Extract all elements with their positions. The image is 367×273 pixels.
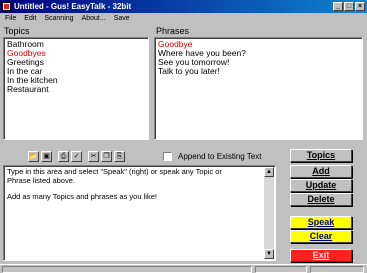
phrases-label: Phrases <box>156 26 190 36</box>
app-icon[interactable] <box>2 2 11 11</box>
status-bar <box>0 264 367 273</box>
menu-save[interactable]: Save <box>114 13 130 25</box>
menu-scanning[interactable]: Scanning <box>44 13 73 25</box>
copy-icon[interactable]: ❐ <box>101 151 112 162</box>
maximize-button[interactable]: □ <box>344 2 354 11</box>
append-checkbox[interactable] <box>163 152 172 161</box>
scroll-up-icon[interactable]: ▲ <box>264 167 274 177</box>
save-disk-icon[interactable]: ▣ <box>41 151 52 162</box>
speech-text-area[interactable]: Type in this area and select "Speak" (ri… <box>3 165 276 261</box>
paste-icon[interactable]: ⎘ <box>114 151 125 162</box>
status-segment <box>310 266 364 273</box>
close-button[interactable]: × <box>355 2 365 11</box>
phrases-list[interactable]: Goodbye Where have you been? See you tom… <box>154 37 363 140</box>
append-label: Append to Existing Text <box>178 152 262 161</box>
menu-about[interactable]: About... <box>82 13 106 25</box>
scroll-down-icon[interactable]: ▼ <box>264 249 274 259</box>
menu-file[interactable]: File <box>5 13 16 25</box>
menu-bar: File Edit Scanning About... Save <box>0 13 367 25</box>
append-option[interactable]: Append to Existing Text <box>163 152 261 161</box>
delete-button[interactable]: Delete <box>290 193 352 206</box>
editor-paragraph: Type in this area and select "Speak" (ri… <box>7 167 222 185</box>
topics-button[interactable]: Topics <box>290 149 352 162</box>
window-title: Untitled - Gus! EasyTalk - 32bit <box>14 2 132 11</box>
open-folder-icon[interactable]: 📂 <box>28 151 39 162</box>
clear-button[interactable]: Clear <box>290 230 352 243</box>
minimize-button[interactable]: _ <box>333 2 343 11</box>
editor-scrollbar[interactable]: ▲ ▼ <box>264 167 274 259</box>
status-segment <box>255 266 307 273</box>
topic-item[interactable]: Restaurant <box>7 85 145 94</box>
exit-button[interactable]: Exit <box>290 249 352 262</box>
phrase-item[interactable]: Talk to you later! <box>158 67 359 76</box>
window-controls: _ □ × <box>333 2 365 11</box>
update-button[interactable]: Update <box>290 179 352 192</box>
speak-button[interactable]: Speak <box>290 216 352 229</box>
status-segment <box>2 266 252 273</box>
spell-check-icon[interactable]: ✓ <box>71 151 82 162</box>
topics-list[interactable]: Bathroom Goodbyes Greetings In the car I… <box>3 37 149 140</box>
print-icon[interactable]: ⎙ <box>58 151 69 162</box>
menu-edit[interactable]: Edit <box>24 13 36 25</box>
editor-paragraph: Add as many Topics and phrases as you li… <box>7 192 157 201</box>
add-button[interactable]: Add <box>290 165 352 178</box>
cut-icon[interactable]: ✂ <box>88 151 99 162</box>
title-bar[interactable]: Untitled - Gus! EasyTalk - 32bit _ □ × <box>0 0 367 13</box>
topics-label: Topics <box>4 26 30 36</box>
edit-toolbar: 📂 ▣ ⎙ ✓ ✂ ❐ ⎘ <box>28 151 125 162</box>
